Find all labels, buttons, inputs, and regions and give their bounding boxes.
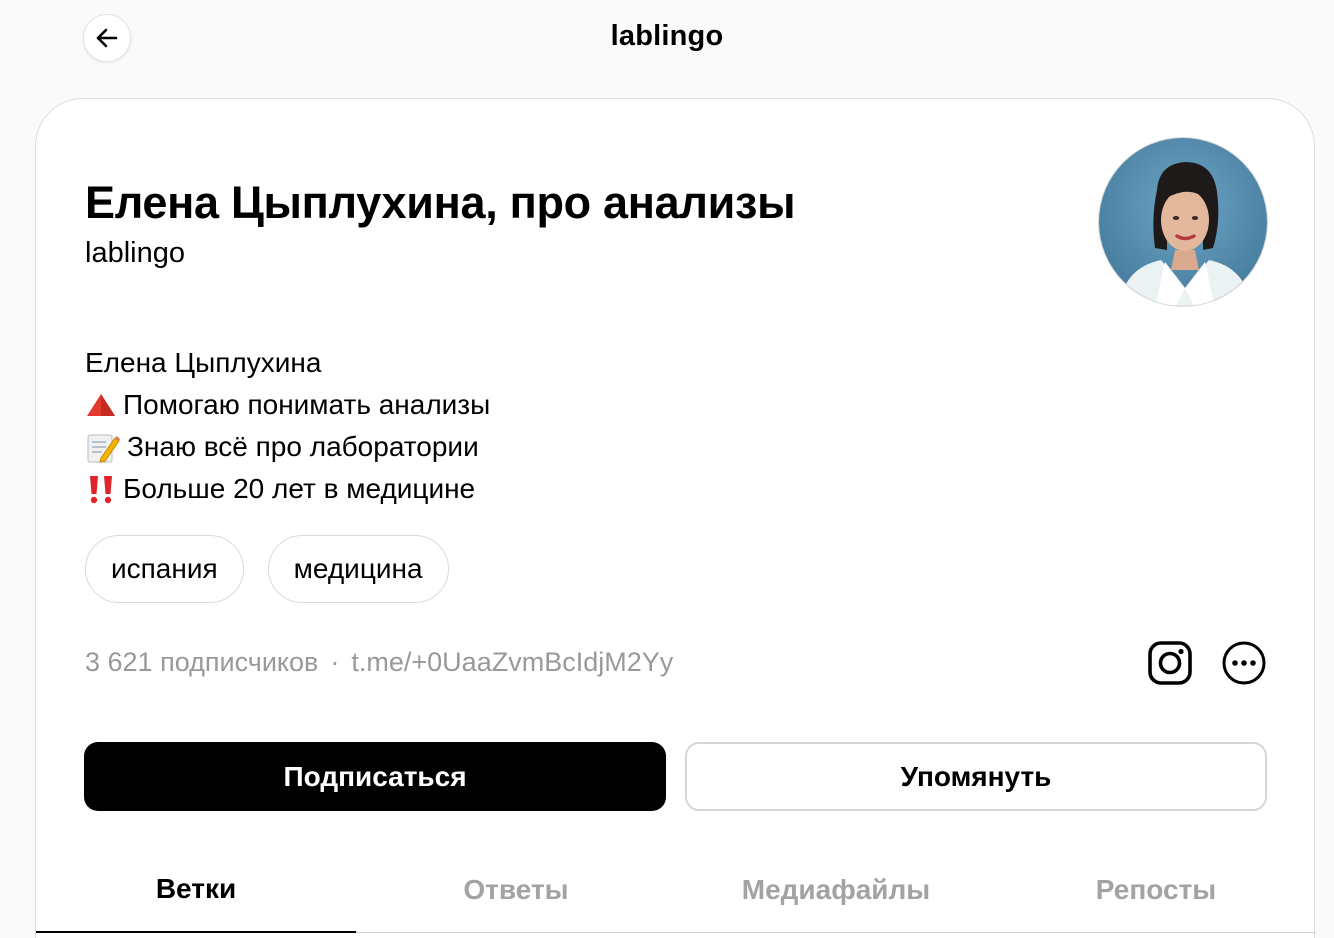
tab-replies[interactable]: Ответы [356, 847, 676, 933]
page-title: lablingo [610, 20, 724, 52]
profile-handle: lablingo [85, 237, 185, 269]
avatar-photo [1099, 138, 1267, 306]
bio-text: Знаю всё про лаборатории [127, 431, 479, 462]
tab-threads[interactable]: Ветки [36, 847, 356, 933]
instagram-icon[interactable] [1146, 639, 1194, 687]
profile-link[interactable]: t.me/+0UaaZvmBcIdjM2Yy [351, 647, 673, 678]
avatar[interactable] [1098, 137, 1268, 307]
social-icons [1146, 639, 1268, 687]
more-options-icon[interactable] [1220, 639, 1268, 687]
tab-media[interactable]: Медиафайлы [676, 847, 996, 933]
mention-button[interactable]: Упомянуть [685, 742, 1267, 811]
bio-text: Елена Цыплухина [85, 347, 322, 378]
profile-meta: 3 621 подписчиков · t.me/+0UaaZvmBcIdjM2… [85, 647, 673, 678]
bio-line: Больше 20 лет в медицине [85, 468, 490, 510]
follow-button[interactable]: Подписаться [84, 742, 666, 811]
profile-name: Елена Цыплухина, про анализы [85, 177, 796, 228]
profile-bio: Елена Цыплухина Помогаю понимать анализы… [85, 342, 490, 510]
tag-chip[interactable]: медицина [267, 535, 449, 603]
followers-count[interactable]: 3 621 подписчиков [85, 647, 318, 678]
tag-chip[interactable]: испания [85, 535, 244, 603]
bio-line: Знаю всё про лаборатории [85, 426, 490, 468]
red-triangle-icon [85, 391, 117, 419]
tab-reposts[interactable]: Репосты [996, 847, 1316, 933]
memo-pencil-icon [85, 430, 121, 464]
profile-tabs: Ветки Ответы Медиафайлы Репосты [36, 847, 1316, 933]
tags-row: испания медицина [85, 535, 449, 603]
bio-line: Помогаю понимать анализы [85, 384, 490, 426]
profile-card: Елена Цыплухина, про анализы lablingo Ел… [35, 98, 1316, 938]
meta-separator: · [330, 647, 340, 677]
double-exclamation-icon [85, 473, 117, 505]
bio-line: Елена Цыплухина [85, 342, 490, 384]
bio-text: Помогаю понимать анализы [123, 389, 491, 420]
top-bar: lablingo [0, 0, 1334, 80]
bio-text: Больше 20 лет в медицине [123, 473, 476, 504]
